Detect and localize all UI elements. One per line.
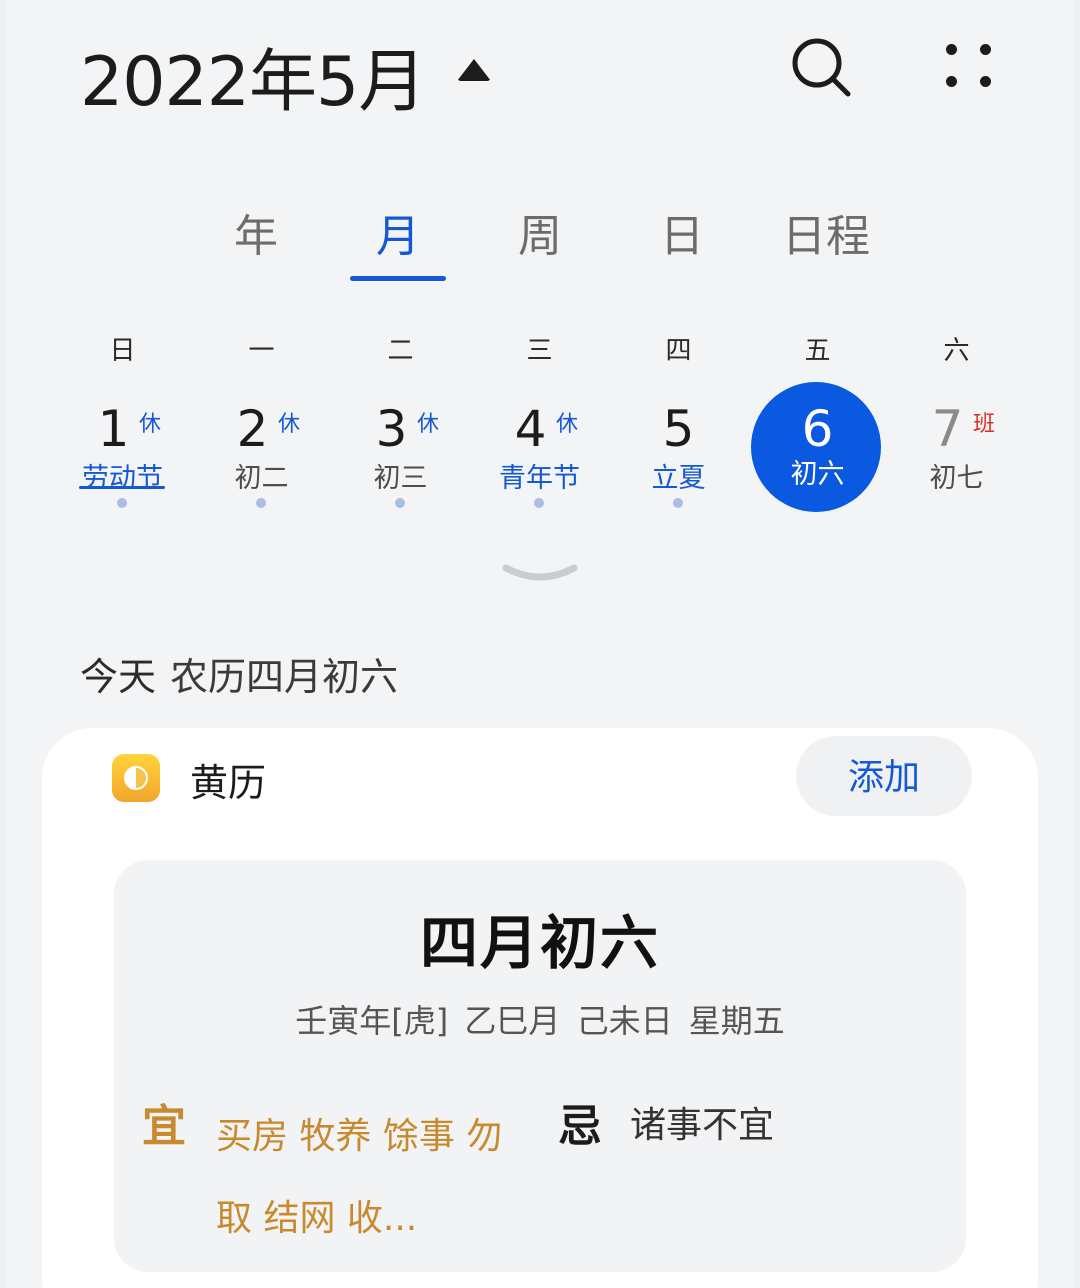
month-picker[interactable]: 2022年5月: [80, 26, 492, 125]
suitable-label: 宜: [142, 1101, 186, 1152]
search-button[interactable]: [790, 36, 854, 100]
suitable-activities: 买房 牧养 馀事 勿取 结网 收...: [216, 1116, 503, 1239]
tab-day[interactable]: 日: [642, 200, 722, 290]
workday-badge: 班: [973, 412, 996, 437]
weekday-label: 五: [804, 336, 831, 366]
day-number: 4: [514, 400, 547, 458]
almanac-detail[interactable]: 四月初六 壬寅年[虎] 乙巳月 己未日 星期五 宜 买房 牧养 馀事 勿取 结网…: [114, 860, 966, 1272]
lunar-day: 初六: [790, 459, 845, 490]
event-dot: [534, 498, 544, 508]
expand-calendar-button[interactable]: [500, 560, 580, 590]
weekday-label: 四: [665, 336, 692, 366]
day-cell-1[interactable]: 1 休 劳动节: [53, 380, 192, 520]
month-title[interactable]: 2022年5月: [80, 26, 426, 125]
solar-term: 立夏: [651, 463, 706, 494]
tab-week[interactable]: 周: [500, 200, 580, 290]
weekday-label: 三: [526, 336, 553, 366]
search-icon: [792, 38, 851, 97]
day-number: 2: [236, 400, 269, 458]
more-dot: [946, 76, 957, 87]
event-dot: [117, 498, 127, 508]
day-number: 7: [931, 400, 964, 458]
today-label: 今天: [80, 655, 157, 699]
more-dot: [980, 76, 991, 87]
holiday-name: 劳动节: [82, 463, 163, 494]
weekday-label: 一: [248, 336, 275, 366]
day-number: 6: [801, 400, 834, 458]
lunar-date-heading: 四月初六: [419, 909, 660, 977]
more-dot: [980, 44, 991, 55]
holiday-badge: 休: [278, 412, 301, 437]
lunar-day: 初二: [234, 463, 289, 494]
day-number: 3: [375, 400, 408, 458]
day-cell-7[interactable]: 7 班 初七: [887, 380, 1026, 520]
day-number: 1: [97, 400, 130, 458]
holiday-badge: 休: [417, 412, 440, 437]
tab-schedule[interactable]: 日程: [766, 200, 886, 290]
tab-year[interactable]: 年: [216, 200, 296, 290]
header: 2022年5月: [6, 0, 1074, 140]
almanac-title: 黄历: [190, 761, 267, 805]
week-row: 1 休 劳动节 2 休 初二 3 休 初三 4 休 青年节 5 立夏 6 初六 …: [6, 380, 1074, 520]
day-number: 5: [662, 400, 695, 458]
ganzhi-line: 壬寅年[虎] 乙巳月 己未日 星期五: [295, 1002, 785, 1040]
day-cell-2[interactable]: 2 休 初二: [192, 380, 331, 520]
more-dots-icon: [946, 44, 957, 55]
holiday-name: 青年节: [499, 463, 580, 494]
day-cell-5[interactable]: 5 立夏: [609, 380, 748, 520]
avoid-label: 忌: [558, 1101, 602, 1152]
caret-up-icon[interactable]: [457, 58, 492, 81]
avoid-activities: 诸事不宜: [630, 1105, 775, 1146]
today-summary: 今天 农历四月初六: [80, 646, 398, 701]
yin-yang-icon: [112, 754, 160, 802]
lunar-day: 初三: [373, 463, 428, 494]
calendar-app: 2022年5月 年 月 周 日 日程 日 一 二 三 四 五 六 1 休 劳动节…: [6, 0, 1074, 1288]
holiday-badge: 休: [139, 412, 162, 437]
holiday-badge: 休: [556, 412, 579, 437]
weekday-header: 日 一 二 三 四 五 六: [6, 330, 1074, 370]
event-dot: [256, 498, 266, 508]
add-button[interactable]: 添加: [796, 736, 972, 816]
more-button[interactable]: [938, 38, 998, 98]
lunar-day: 初七: [929, 463, 984, 494]
weekday-label: 二: [387, 336, 414, 366]
chevron-down-icon: [502, 564, 578, 581]
day-cell-4[interactable]: 4 休 青年节: [470, 380, 609, 520]
event-dot: [395, 498, 405, 508]
today-lunar-date: 农历四月初六: [170, 655, 399, 699]
almanac-card[interactable]: 黄历 添加 四月初六 壬寅年[虎] 乙巳月 己未日 星期五 宜 买房 牧养 馀事…: [42, 728, 1038, 1288]
weekday-label: 六: [943, 336, 970, 366]
day-cell-6-selected[interactable]: 6 初六: [748, 380, 887, 520]
view-tabs: 年 月 周 日 日程: [6, 200, 1074, 290]
yin-yang-symbol: [124, 766, 148, 790]
event-dot: [673, 498, 683, 508]
weekday-label: 日: [109, 336, 136, 366]
day-cell-3[interactable]: 3 休 初三: [331, 380, 470, 520]
today-underline: [79, 486, 165, 489]
active-tab-indicator: [350, 276, 446, 281]
